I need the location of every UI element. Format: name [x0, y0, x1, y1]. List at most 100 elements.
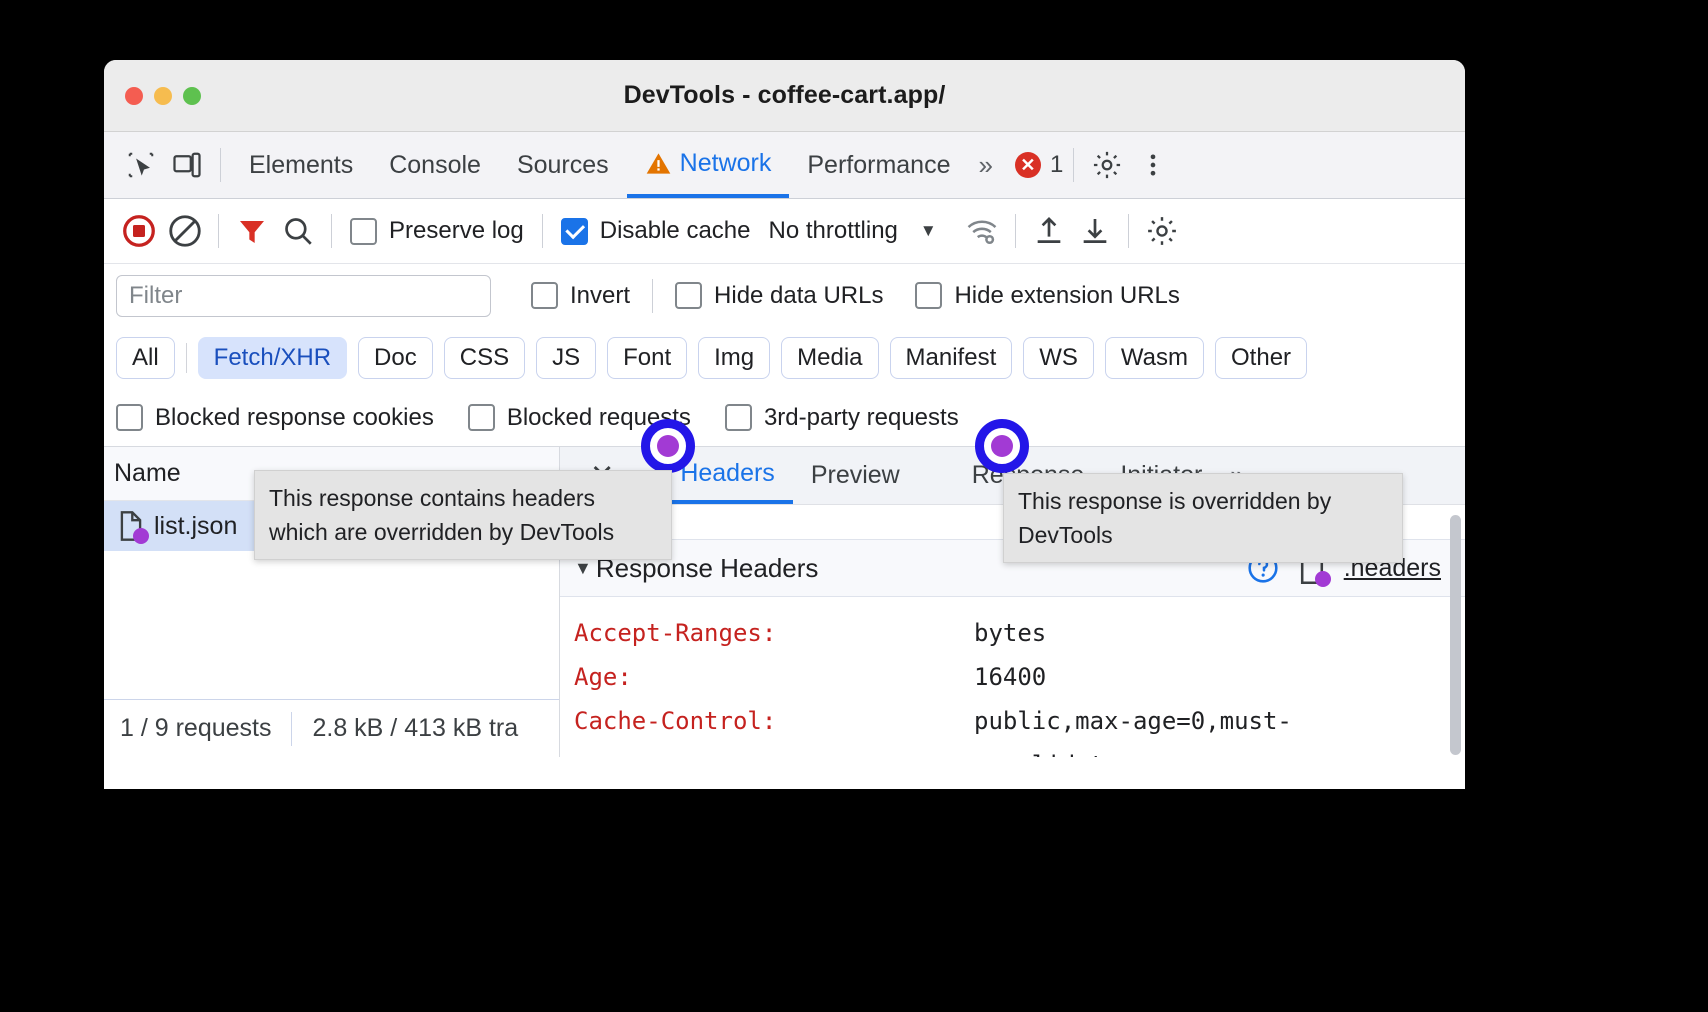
detail-scrollbar[interactable]	[1450, 515, 1461, 755]
throttling-caret-icon[interactable]: ▼	[920, 221, 937, 241]
chip-wasm[interactable]: Wasm	[1105, 337, 1204, 379]
collapse-caret-icon[interactable]: ▼	[574, 558, 592, 579]
chip-img[interactable]: Img	[698, 337, 770, 379]
import-har-icon[interactable]	[1026, 208, 1072, 254]
header-row: Cache-Control: public,max-age=0,must-rev…	[574, 699, 1465, 757]
hide-extension-urls-label: Hide extension URLs	[954, 282, 1179, 310]
devtools-tab-bar: Elements Console Sources Network Perform…	[104, 132, 1465, 199]
hide-data-urls-box	[675, 282, 702, 309]
record-stop-icon[interactable]	[116, 208, 162, 254]
inspect-element-icon[interactable]	[118, 142, 164, 188]
blocked-requests-box	[468, 404, 495, 431]
chip-css[interactable]: CSS	[444, 337, 525, 379]
tab-console[interactable]: Console	[371, 132, 499, 198]
hide-extension-urls-box	[915, 282, 942, 309]
tab-preview-label: Preview	[811, 461, 900, 490]
error-circle-icon: ✕	[1015, 152, 1041, 178]
preserve-log-label: Preserve log	[389, 217, 524, 245]
settings-gear-icon[interactable]	[1084, 142, 1130, 188]
error-count-label: 1	[1050, 151, 1063, 179]
hide-data-urls-checkbox[interactable]: Hide data URLs	[675, 282, 883, 310]
toolbar-divider	[220, 148, 221, 182]
response-tab-highlight-ring	[975, 419, 1029, 473]
chip-fetch-xhr[interactable]: Fetch/XHR	[198, 337, 347, 379]
third-party-requests-label: 3rd-party requests	[764, 404, 959, 432]
filter-row: Filter Invert Hide data URLs Hide extens…	[104, 264, 1465, 327]
tab-performance[interactable]: Performance	[789, 132, 968, 198]
preserve-log-box	[350, 218, 377, 245]
clear-icon[interactable]	[162, 208, 208, 254]
chip-ws[interactable]: WS	[1023, 337, 1094, 379]
tab-headers-label: Headers	[680, 459, 775, 488]
window-title: DevTools - coffee-cart.app/	[104, 81, 1465, 110]
tab-network[interactable]: Network	[627, 132, 790, 198]
net-divider-2	[331, 214, 332, 248]
blocked-response-cookies-label: Blocked response cookies	[155, 404, 434, 432]
tab-elements-label: Elements	[249, 151, 353, 180]
override-dot-icon	[991, 435, 1013, 457]
device-toolbar-icon[interactable]	[164, 142, 210, 188]
chip-js[interactable]: JS	[536, 337, 596, 379]
network-settings-gear-icon[interactable]	[1139, 208, 1185, 254]
status-divider	[291, 712, 292, 746]
headers-tab-tooltip: This response contains headers which are…	[254, 470, 672, 560]
network-conditions-icon[interactable]	[959, 208, 1005, 254]
chip-manifest[interactable]: Manifest	[890, 337, 1013, 379]
more-tabs-chevron-icon[interactable]: »	[968, 150, 1002, 181]
blocked-filters-row: Blocked response cookies Blocked request…	[104, 389, 1465, 447]
request-name-label: list.json	[154, 512, 237, 541]
net-divider-4	[1015, 214, 1016, 248]
transferred-label: 2.8 kB / 413 kB tra	[312, 714, 518, 743]
disable-cache-box	[561, 218, 588, 245]
more-vertical-icon[interactable]	[1130, 142, 1176, 188]
header-name: Cache-Control:	[574, 699, 974, 757]
tab-elements[interactable]: Elements	[231, 132, 371, 198]
network-status-bar: 1 / 9 requests 2.8 kB / 413 kB tra	[104, 699, 559, 757]
net-divider-1	[218, 214, 219, 248]
tab-network-label: Network	[680, 149, 772, 178]
headers-tab-tooltip-text: This response contains headers which are…	[269, 485, 614, 545]
network-toolbar: Preserve log Disable cache No throttling…	[104, 199, 1465, 264]
response-tab-tooltip-text: This response is overridden by DevTools	[1018, 488, 1331, 548]
disable-cache-checkbox[interactable]: Disable cache	[561, 217, 751, 245]
filter-input[interactable]: Filter	[116, 275, 491, 317]
requests-count-label: 1 / 9 requests	[120, 714, 271, 743]
throttling-select[interactable]: No throttling	[768, 217, 897, 245]
error-count-badge[interactable]: ✕ 1	[1003, 151, 1063, 179]
chip-all[interactable]: All	[116, 337, 175, 379]
chip-font[interactable]: Font	[607, 337, 687, 379]
invert-box	[531, 282, 558, 309]
search-icon[interactable]	[275, 208, 321, 254]
blocked-response-cookies-checkbox[interactable]: Blocked response cookies	[116, 404, 434, 432]
toolbar-divider-2	[1073, 148, 1074, 182]
preserve-log-checkbox[interactable]: Preserve log	[350, 217, 524, 245]
response-headers-list: Accept-Ranges: bytes Age: 16400 Cache-Co…	[560, 597, 1465, 757]
tab-sources[interactable]: Sources	[499, 132, 627, 198]
disable-cache-label: Disable cache	[600, 217, 751, 245]
devtools-window: DevTools - coffee-cart.app/ Elements Con…	[104, 60, 1465, 789]
third-party-requests-checkbox[interactable]: 3rd-party requests	[725, 404, 959, 432]
export-har-icon[interactable]	[1072, 208, 1118, 254]
filter-funnel-icon[interactable]	[229, 208, 275, 254]
header-name: Age:	[574, 655, 974, 699]
header-row: Age: 16400	[574, 655, 1465, 699]
resource-type-filters: All Fetch/XHR Doc CSS JS Font Img Media …	[104, 327, 1465, 389]
filter-divider	[652, 279, 653, 313]
net-divider-5	[1128, 214, 1129, 248]
header-value[interactable]: public,max-age=0,must-revalidate	[974, 699, 1414, 757]
hide-data-urls-label: Hide data URLs	[714, 282, 883, 310]
json-file-overridden-icon	[118, 510, 144, 542]
window-titlebar: DevTools - coffee-cart.app/	[104, 60, 1465, 132]
chip-doc[interactable]: Doc	[358, 337, 433, 379]
header-value[interactable]: bytes	[974, 611, 1046, 655]
tab-preview[interactable]: Preview	[793, 447, 918, 504]
net-divider-3	[542, 214, 543, 248]
override-badge-icon	[133, 528, 149, 544]
chip-other[interactable]: Other	[1215, 337, 1307, 379]
header-value[interactable]: 16400	[974, 655, 1046, 699]
chip-media[interactable]: Media	[781, 337, 878, 379]
header-row: Accept-Ranges: bytes	[574, 611, 1465, 655]
hide-extension-urls-checkbox[interactable]: Hide extension URLs	[915, 282, 1179, 310]
invert-checkbox[interactable]: Invert	[531, 282, 630, 310]
headers-tab-highlight-ring	[641, 419, 695, 473]
